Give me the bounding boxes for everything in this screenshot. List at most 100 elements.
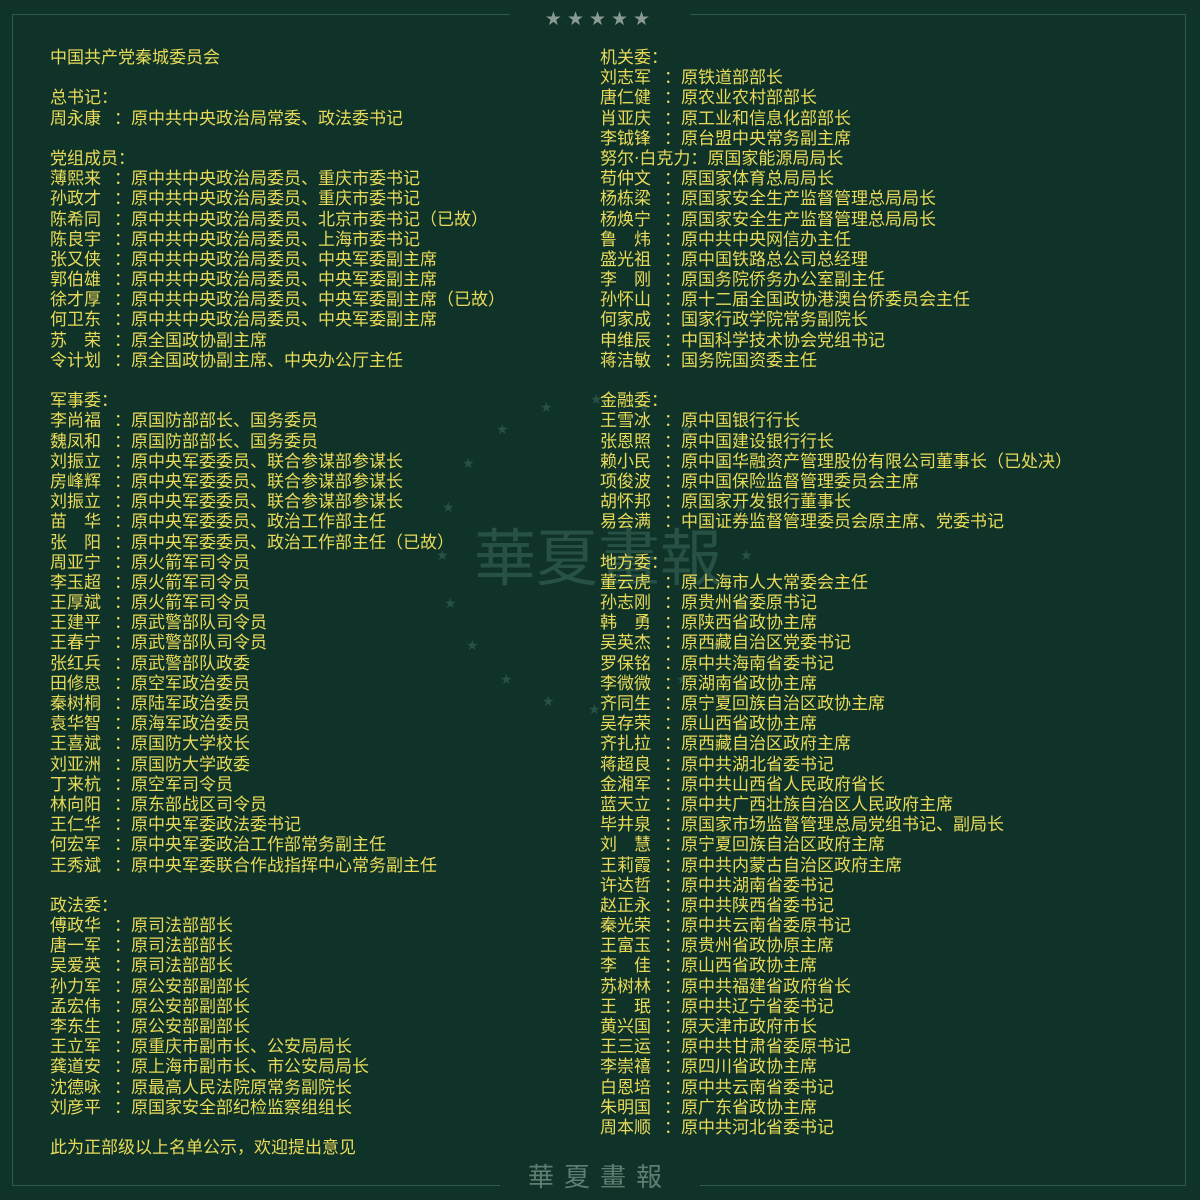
person-title: 原上海市副市长、市公安局局长 <box>131 1057 369 1078</box>
person-name: 孙志刚 <box>600 593 651 614</box>
list-item: 王建平 ：原武警部队司令员 <box>50 613 505 633</box>
separator: ： <box>114 431 131 452</box>
separator: ： <box>114 290 131 311</box>
person-name: 周本顺 <box>600 1117 651 1138</box>
person-title: 原中央军委政法委书记 <box>131 815 301 836</box>
person-name: 陈希同 <box>50 209 101 230</box>
separator: ： <box>114 532 131 553</box>
list-item: 令计划 ：原全国政协副主席、中央办公厅主任 <box>50 351 505 371</box>
person-name: 张又侠 <box>50 249 101 270</box>
person-name: 杨焕宁 <box>600 209 651 230</box>
separator: ： <box>114 936 131 957</box>
separator: ： <box>664 976 681 997</box>
person-title: 原工业和信息化部部长 <box>681 108 851 129</box>
person-title: 原国家安全生产监督管理总局局长 <box>681 189 936 210</box>
separator: ： <box>664 471 681 492</box>
list-item: 努尔·白克力：原国家能源局局长 <box>600 149 1072 169</box>
list-item: 齐扎拉 ：原西藏自治区政府主席 <box>600 734 1072 754</box>
separator: ： <box>664 572 681 593</box>
separator: ： <box>114 613 131 634</box>
separator: ： <box>114 653 131 674</box>
separator: ： <box>114 189 131 210</box>
person-title: 原国防大学校长 <box>131 734 250 755</box>
section-heading: 政法委： <box>50 895 118 916</box>
person-title: 原广东省政协主席 <box>681 1097 817 1118</box>
separator: ： <box>664 855 681 876</box>
separator: ： <box>114 492 131 513</box>
person-name: 王建平 <box>50 613 101 634</box>
list-item: 蓝天立 ：原中共广西壮族自治区人民政府主席 <box>600 795 1072 815</box>
person-name: 袁华智 <box>50 714 101 735</box>
section-heading: 金融委： <box>600 391 668 412</box>
separator: ： <box>114 270 131 291</box>
list-item: 白恩培 ：原中共云南省委书记 <box>600 1078 1072 1098</box>
person-name: 白恩培 <box>600 1077 651 1098</box>
list-item: 丁来杭 ：原空军司令员 <box>50 775 505 795</box>
list-item: 胡怀邦 ：原国家开发银行董事长 <box>600 492 1072 512</box>
person-title: 原国家体育总局局长 <box>681 169 834 190</box>
separator: ： <box>114 815 131 836</box>
separator: ： <box>114 552 131 573</box>
person-name: 李钺锋 <box>600 128 651 149</box>
person-name: 蓝天立 <box>600 794 651 815</box>
person-name: 刘彦平 <box>50 1097 101 1118</box>
separator: ： <box>664 754 681 775</box>
person-name: 蒋洁敏 <box>600 350 651 371</box>
separator: ： <box>114 310 131 331</box>
list-item: 杨焕宁 ：原国家安全生产监督管理总局局长 <box>600 210 1072 230</box>
person-name: 周亚宁 <box>50 552 101 573</box>
person-name: 傅政华 <box>50 916 101 937</box>
separator: ： <box>664 794 681 815</box>
person-title: 原中共中央政治局委员、重庆市委书记 <box>131 169 420 190</box>
person-name: 蒋超良 <box>600 754 651 775</box>
list-item: 赖小民 ：原中国华融资产管理股份有限公司董事长（已处决） <box>600 452 1072 472</box>
person-name: 田修思 <box>50 673 101 694</box>
list-item: 孙力军 ：原公安部副部长 <box>50 977 505 997</box>
separator: ： <box>114 229 131 250</box>
person-title: 原中国建设银行行长 <box>681 431 834 452</box>
section-heading: 党组成员： <box>50 148 135 169</box>
separator: ： <box>114 593 131 614</box>
separator: ： <box>114 1057 131 1078</box>
list-item: 王富玉 ：原贵州省政协原主席 <box>600 936 1072 956</box>
separator: ： <box>664 88 681 109</box>
person-name: 李尚福 <box>50 411 101 432</box>
separator: ： <box>664 350 681 371</box>
list-item: 何宏军 ：原中央军委政治工作部常务副主任 <box>50 835 505 855</box>
person-name: 董云虎 <box>600 572 651 593</box>
person-title: 原中央军委委员、政治工作部主任（已故） <box>131 532 454 553</box>
list-item: 孙志刚 ：原贵州省委原书记 <box>600 593 1072 613</box>
person-name: 龚道安 <box>50 1057 101 1078</box>
person-name: 项俊波 <box>600 471 651 492</box>
person-name: 张恩照 <box>600 431 651 452</box>
person-name: 吴存荣 <box>600 714 651 735</box>
separator: ： <box>664 956 681 977</box>
list-item: 周本顺 ：原中共河北省委书记 <box>600 1118 1072 1138</box>
person-name: 孟宏伟 <box>50 996 101 1017</box>
person-title: 原中共中央政治局常委、政法委书记 <box>131 108 403 129</box>
person-name: 王仁华 <box>50 815 101 836</box>
person-title: 原中央军委联合作战指挥中心常务副主任 <box>131 855 437 876</box>
person-title: 原中共福建省政府省长 <box>681 976 851 997</box>
separator: ： <box>114 169 131 190</box>
list-item: 张红兵 ：原武警部队政委 <box>50 654 505 674</box>
separator: ： <box>664 1037 681 1058</box>
list-item: 吴英杰 ：原西藏自治区党委书记 <box>600 633 1072 653</box>
person-title: 原陕西省政协主席 <box>681 613 817 634</box>
separator: ： <box>664 512 681 533</box>
separator: ： <box>114 1037 131 1058</box>
separator: ： <box>114 1017 131 1037</box>
person-title: 原公安部副部长 <box>131 1017 250 1037</box>
person-name: 何宏军 <box>50 835 101 856</box>
person-name: 王喜斌 <box>50 734 101 755</box>
person-name: 刘振立 <box>50 451 101 472</box>
text-line: 此为正部级以上名单公示，欢迎提出意见 <box>50 1138 356 1159</box>
list-item: 魏凤和 ：原国防部部长、国务委员 <box>50 432 505 452</box>
person-title: 原空军政治委员 <box>131 673 250 694</box>
list-item: 陈良宇 ：原中共中央政治局委员、上海市委书记 <box>50 230 505 250</box>
list-item: 龚道安 ：原上海市副市长、市公安局局长 <box>50 1057 505 1077</box>
person-title: 原农业农村部部长 <box>681 88 817 109</box>
list-item: 鲁 炜 ：原中共中央网信办主任 <box>600 230 1072 250</box>
